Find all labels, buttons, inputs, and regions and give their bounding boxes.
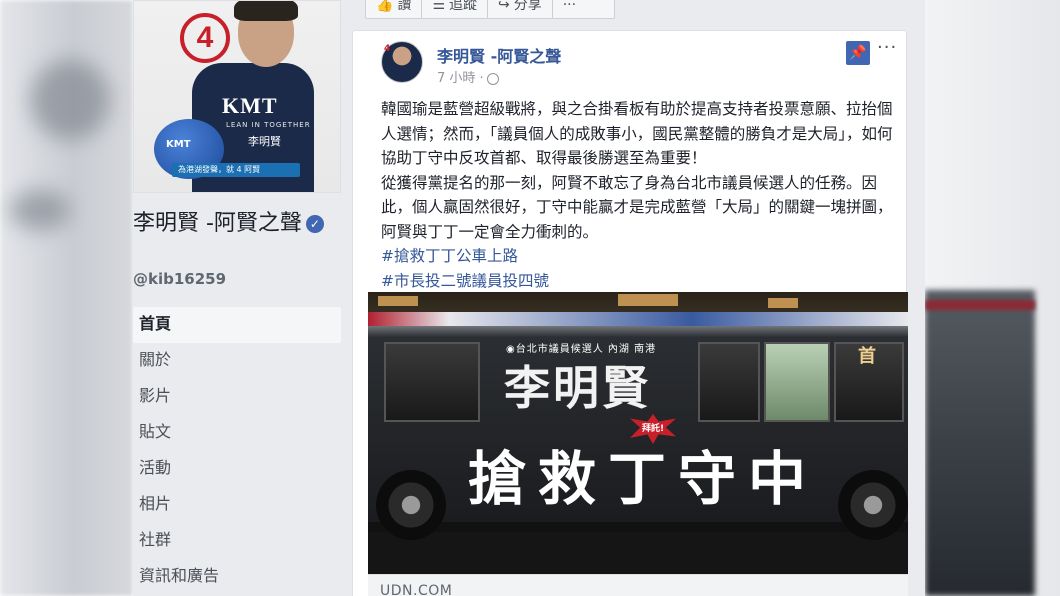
bus-wheel xyxy=(376,470,446,540)
hashtag-link[interactable]: #搶救丁丁公車上路 xyxy=(381,244,896,269)
pin-icon[interactable]: 📌 xyxy=(846,41,870,65)
post-paragraph: 韓國瑜是藍營超級戰將，與之合掛看板有助於提高支持者投票意願、拉抬個人選情；然而，… xyxy=(381,100,893,167)
post-author-link[interactable]: 李明賢 -阿賢之聲 xyxy=(437,43,561,67)
bus-side-sign: 首 xyxy=(858,346,876,367)
post-timestamp[interactable]: 7 小時 · xyxy=(437,67,499,86)
nav-item-community[interactable]: 社群 xyxy=(133,523,341,559)
post-photo[interactable]: ◉台北市議員候選人 內湖 南港 李明賢 拜託! 搶救丁守中 首 xyxy=(368,292,908,574)
like-button[interactable]: 👍 讚 xyxy=(366,0,423,18)
bus-slogan: 搶救丁守中 xyxy=(468,445,819,513)
profile-photo[interactable]: 4 KMT LEAN IN TOGETHER 李明賢 KMT 為港湖發聲，就 4… xyxy=(133,0,341,193)
like-label: 讚 xyxy=(397,0,412,13)
follow-label: 追蹤 xyxy=(449,0,477,13)
avatar-badge: 4 xyxy=(384,44,391,54)
share-icon: ↪ xyxy=(498,0,510,13)
post-more-icon[interactable]: ··· xyxy=(877,37,897,58)
link-preview-domain[interactable]: UDN.COM xyxy=(368,574,908,596)
post-avatar[interactable]: 4 xyxy=(381,41,423,83)
nav-item-videos[interactable]: 影片 xyxy=(133,379,341,415)
page-action-bar: 👍 讚 ☰ 追蹤 ↪ 分享 ··· xyxy=(365,0,615,19)
page-sidebar: 4 KMT LEAN IN TOGETHER 李明賢 KMT 為港湖發聲，就 4… xyxy=(133,0,341,596)
ball-logo: KMT xyxy=(166,139,191,150)
bus-wheel xyxy=(838,470,908,540)
shirt-name: 李明賢 xyxy=(248,135,281,148)
share-label: 分享 xyxy=(513,0,542,13)
number-badge: 4 xyxy=(180,13,230,63)
page-title[interactable]: 李明賢 -阿賢之聲 ✓ xyxy=(133,210,341,238)
bus-candidate-name: 李明賢 xyxy=(504,361,651,415)
shirt-subtext: LEAN IN TOGETHER xyxy=(226,121,311,129)
post-body: 韓國瑜是藍營超級戰將，與之合掛看板有助於提高支持者投票意願、拉抬個人選情；然而，… xyxy=(381,97,896,293)
globe-icon xyxy=(486,72,499,85)
post-card: 4 李明賢 -阿賢之聲 7 小時 · 📌 ··· 韓國瑜是藍營超級戰將，與之合掛… xyxy=(352,30,908,596)
share-button[interactable]: ↪ 分享 xyxy=(488,0,553,18)
page-nav: 首頁 關於 影片 貼文 活動 相片 社群 資訊和廣告 xyxy=(133,307,341,595)
post-paragraph: 從獲得黨提名的那一刻，阿賢不敢忘了身為台北市議員候選人的任務。因此，個人贏固然很… xyxy=(381,173,893,241)
like-icon: 👍 xyxy=(376,0,394,13)
blurred-left-edge xyxy=(0,0,133,596)
page-title-text: 李明賢 -阿賢之聲 xyxy=(133,211,302,236)
blurred-right-edge xyxy=(925,0,1060,596)
nav-item-photos[interactable]: 相片 xyxy=(133,487,341,523)
nav-item-home[interactable]: 首頁 xyxy=(133,307,341,343)
bus-stripe xyxy=(368,312,908,326)
shirt-logo: KMT xyxy=(222,93,278,118)
road xyxy=(368,532,908,574)
nav-item-posts[interactable]: 貼文 xyxy=(133,415,341,451)
nav-item-info-ads[interactable]: 資訊和廣告 xyxy=(133,559,341,595)
person-hair xyxy=(234,1,298,21)
verified-icon: ✓ xyxy=(305,215,324,233)
facebook-page: 4 KMT LEAN IN TOGETHER 李明賢 KMT 為港湖發聲，就 4… xyxy=(133,0,925,596)
rss-icon: ☰ xyxy=(432,0,445,13)
page-handle[interactable]: @kib16259 xyxy=(133,270,226,288)
follow-button[interactable]: ☰ 追蹤 xyxy=(422,0,488,18)
cover-banner: 為港湖發聲，就 4 阿賢 xyxy=(172,163,300,177)
nav-item-about[interactable]: 關於 xyxy=(133,343,341,379)
hashtag-link[interactable]: #市長投二號議員投四號 xyxy=(381,269,896,294)
nav-item-events[interactable]: 活動 xyxy=(133,451,341,487)
post-time-text: 7 小時 · xyxy=(437,71,484,86)
more-options-button[interactable]: ··· xyxy=(553,0,586,18)
